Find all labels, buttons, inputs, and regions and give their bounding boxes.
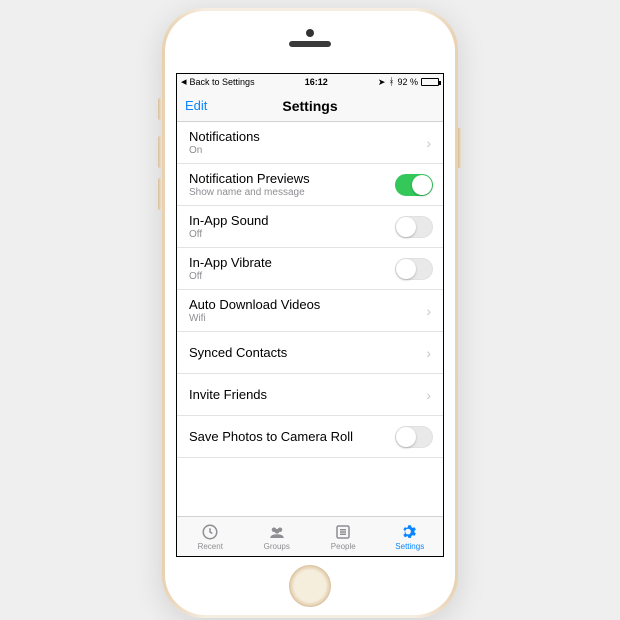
row-sub: Off xyxy=(189,229,269,240)
tab-settings[interactable]: Settings xyxy=(377,517,444,556)
toggle-in-app-sound[interactable] xyxy=(395,216,433,238)
row-in-app-sound[interactable]: In-App Sound Off xyxy=(177,206,443,248)
tab-groups[interactable]: Groups xyxy=(244,517,311,556)
status-bar: ◂ Back to Settings 16:12 ➤ ᚼ 92 % xyxy=(177,74,443,90)
volume-up xyxy=(158,136,162,168)
page-title: Settings xyxy=(282,98,337,114)
nav-bar: Edit Settings xyxy=(177,90,443,122)
row-sub: Off xyxy=(189,271,272,282)
front-camera xyxy=(306,29,314,37)
tab-bar: Recent Groups People Settings xyxy=(177,516,443,556)
status-back-label: Back to Settings xyxy=(190,77,255,87)
row-sub: Show name and message xyxy=(189,187,310,198)
tab-label: People xyxy=(331,542,356,551)
row-notification-previews[interactable]: Notification Previews Show name and mess… xyxy=(177,164,443,206)
row-label: In-App Sound xyxy=(189,213,269,228)
tab-recent[interactable]: Recent xyxy=(177,517,244,556)
battery-icon xyxy=(421,78,439,86)
tab-people[interactable]: People xyxy=(310,517,377,556)
gear-icon xyxy=(401,523,419,541)
chevron-right-icon: › xyxy=(426,345,433,361)
row-sub: Wifi xyxy=(189,313,320,324)
row-label: In-App Vibrate xyxy=(189,255,272,270)
row-label: Notification Previews xyxy=(189,171,310,186)
tab-label: Recent xyxy=(198,542,223,551)
volume-down xyxy=(158,178,162,210)
tab-label: Settings xyxy=(395,542,424,551)
phone-frame: ◂ Back to Settings 16:12 ➤ ᚼ 92 % Edit S… xyxy=(162,8,458,618)
people-list-icon xyxy=(334,523,352,541)
row-invite-friends[interactable]: Invite Friends › xyxy=(177,374,443,416)
tab-label: Groups xyxy=(264,542,290,551)
status-time: 16:12 xyxy=(305,77,328,87)
location-icon: ➤ xyxy=(378,77,386,88)
clock-icon xyxy=(201,523,219,541)
screen: ◂ Back to Settings 16:12 ➤ ᚼ 92 % Edit S… xyxy=(176,73,444,557)
earpiece-speaker xyxy=(289,41,331,47)
row-label: Notifications xyxy=(189,129,260,144)
toggle-save-photos[interactable] xyxy=(395,426,433,448)
mute-switch xyxy=(158,98,162,120)
row-label: Save Photos to Camera Roll xyxy=(189,429,353,444)
row-label: Auto Download Videos xyxy=(189,297,320,312)
power-button xyxy=(458,128,462,168)
bluetooth-icon: ᚼ xyxy=(388,77,394,88)
chevron-right-icon: › xyxy=(426,387,433,403)
edit-button[interactable]: Edit xyxy=(185,98,207,113)
row-auto-download-videos[interactable]: Auto Download Videos Wifi › xyxy=(177,290,443,332)
row-sub: On xyxy=(189,145,260,156)
row-in-app-vibrate[interactable]: In-App Vibrate Off xyxy=(177,248,443,290)
status-back-to-app[interactable]: ◂ Back to Settings xyxy=(181,77,255,87)
row-label: Synced Contacts xyxy=(189,345,287,360)
row-notifications[interactable]: Notifications On › xyxy=(177,122,443,164)
toggle-notification-previews[interactable] xyxy=(395,174,433,196)
toggle-in-app-vibrate[interactable] xyxy=(395,258,433,280)
settings-list[interactable]: Notifications On › Notification Previews… xyxy=(177,122,443,516)
row-synced-contacts[interactable]: Synced Contacts › xyxy=(177,332,443,374)
row-label: Invite Friends xyxy=(189,387,267,402)
chevron-right-icon: › xyxy=(426,135,433,151)
row-save-photos[interactable]: Save Photos to Camera Roll xyxy=(177,416,443,458)
groups-icon xyxy=(268,523,286,541)
chevron-right-icon: › xyxy=(426,303,433,319)
home-button[interactable] xyxy=(289,565,331,607)
battery-percent: 92 % xyxy=(397,77,418,87)
